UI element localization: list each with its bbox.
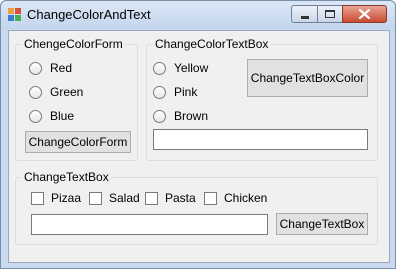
minimize-button[interactable] <box>291 5 318 23</box>
radio-yellow-label: Yellow <box>174 61 209 75</box>
color-textbox-input[interactable] <box>153 129 368 150</box>
radio-green-label: Green <box>50 85 84 99</box>
checkbox-box-icon[interactable] <box>145 191 158 205</box>
radio-green[interactable]: Green <box>29 84 83 100</box>
checkbox-chicken[interactable]: Chicken <box>204 190 267 206</box>
radio-circle-icon[interactable] <box>29 109 42 123</box>
close-icon <box>359 9 370 19</box>
minimize-icon <box>300 15 309 19</box>
radio-pink[interactable]: Pink <box>153 84 197 100</box>
radio-circle-icon[interactable] <box>153 61 166 75</box>
radio-circle-icon[interactable] <box>153 85 166 99</box>
radio-brown[interactable]: Brown <box>153 108 208 124</box>
radio-yellow[interactable]: Yellow <box>153 60 208 76</box>
color-textbox-group-title: ChangeColorTextBox <box>153 37 271 51</box>
checkbox-chicken-label: Chicken <box>224 191 268 205</box>
change-text-input[interactable] <box>31 214 268 235</box>
title-bar[interactable]: ChangeColorAndText <box>1 1 395 29</box>
maximize-button[interactable] <box>317 5 343 23</box>
checkbox-pizaa[interactable]: Pizaa <box>31 190 81 206</box>
radio-red-label: Red <box>50 61 73 75</box>
radio-circle-icon[interactable] <box>153 109 166 123</box>
radio-pink-label: Pink <box>174 85 198 99</box>
checkbox-box-icon[interactable] <box>204 191 217 205</box>
window-title: ChangeColorAndText <box>27 7 151 22</box>
color-textbox-group: ChangeColorTextBox Yellow Pink Brown Cha… <box>146 37 378 161</box>
radio-circle-icon[interactable] <box>29 85 42 99</box>
radio-blue[interactable]: Blue <box>29 108 74 124</box>
app-icon <box>8 8 21 21</box>
close-button[interactable] <box>342 5 387 23</box>
checkbox-salad-label: Salad <box>109 191 140 205</box>
form-client-area: ChengeColorForm Red Green Blue ChangeCol… <box>8 30 390 263</box>
checkbox-box-icon[interactable] <box>31 191 44 205</box>
checkbox-salad[interactable]: Salad <box>89 190 140 206</box>
app-window: ChangeColorAndText ChengeColorForm Red G… <box>0 0 396 269</box>
checkbox-pasta-label: Pasta <box>165 191 196 205</box>
radio-blue-label: Blue <box>50 109 75 123</box>
change-textbox-button[interactable]: ChangeTextBox <box>276 213 368 235</box>
maximize-icon <box>325 10 335 18</box>
radio-red[interactable]: Red <box>29 60 72 76</box>
checkbox-pasta[interactable]: Pasta <box>145 190 196 206</box>
change-textbox-color-button[interactable]: ChangeTextBoxColor <box>247 59 368 97</box>
change-color-form-button[interactable]: ChangeColorForm <box>25 131 131 153</box>
radio-circle-icon[interactable] <box>29 61 42 75</box>
color-form-group-title: ChengeColorForm <box>22 37 125 51</box>
checkbox-box-icon[interactable] <box>89 191 102 205</box>
checkbox-pizaa-label: Pizaa <box>51 191 82 205</box>
change-text-group: ChangeTextBox Pizaa Salad Pasta Chicken … <box>15 170 378 245</box>
color-form-group: ChengeColorForm Red Green Blue ChangeCol… <box>15 37 138 161</box>
radio-brown-label: Brown <box>174 109 209 123</box>
change-text-group-title: ChangeTextBox <box>22 170 111 184</box>
